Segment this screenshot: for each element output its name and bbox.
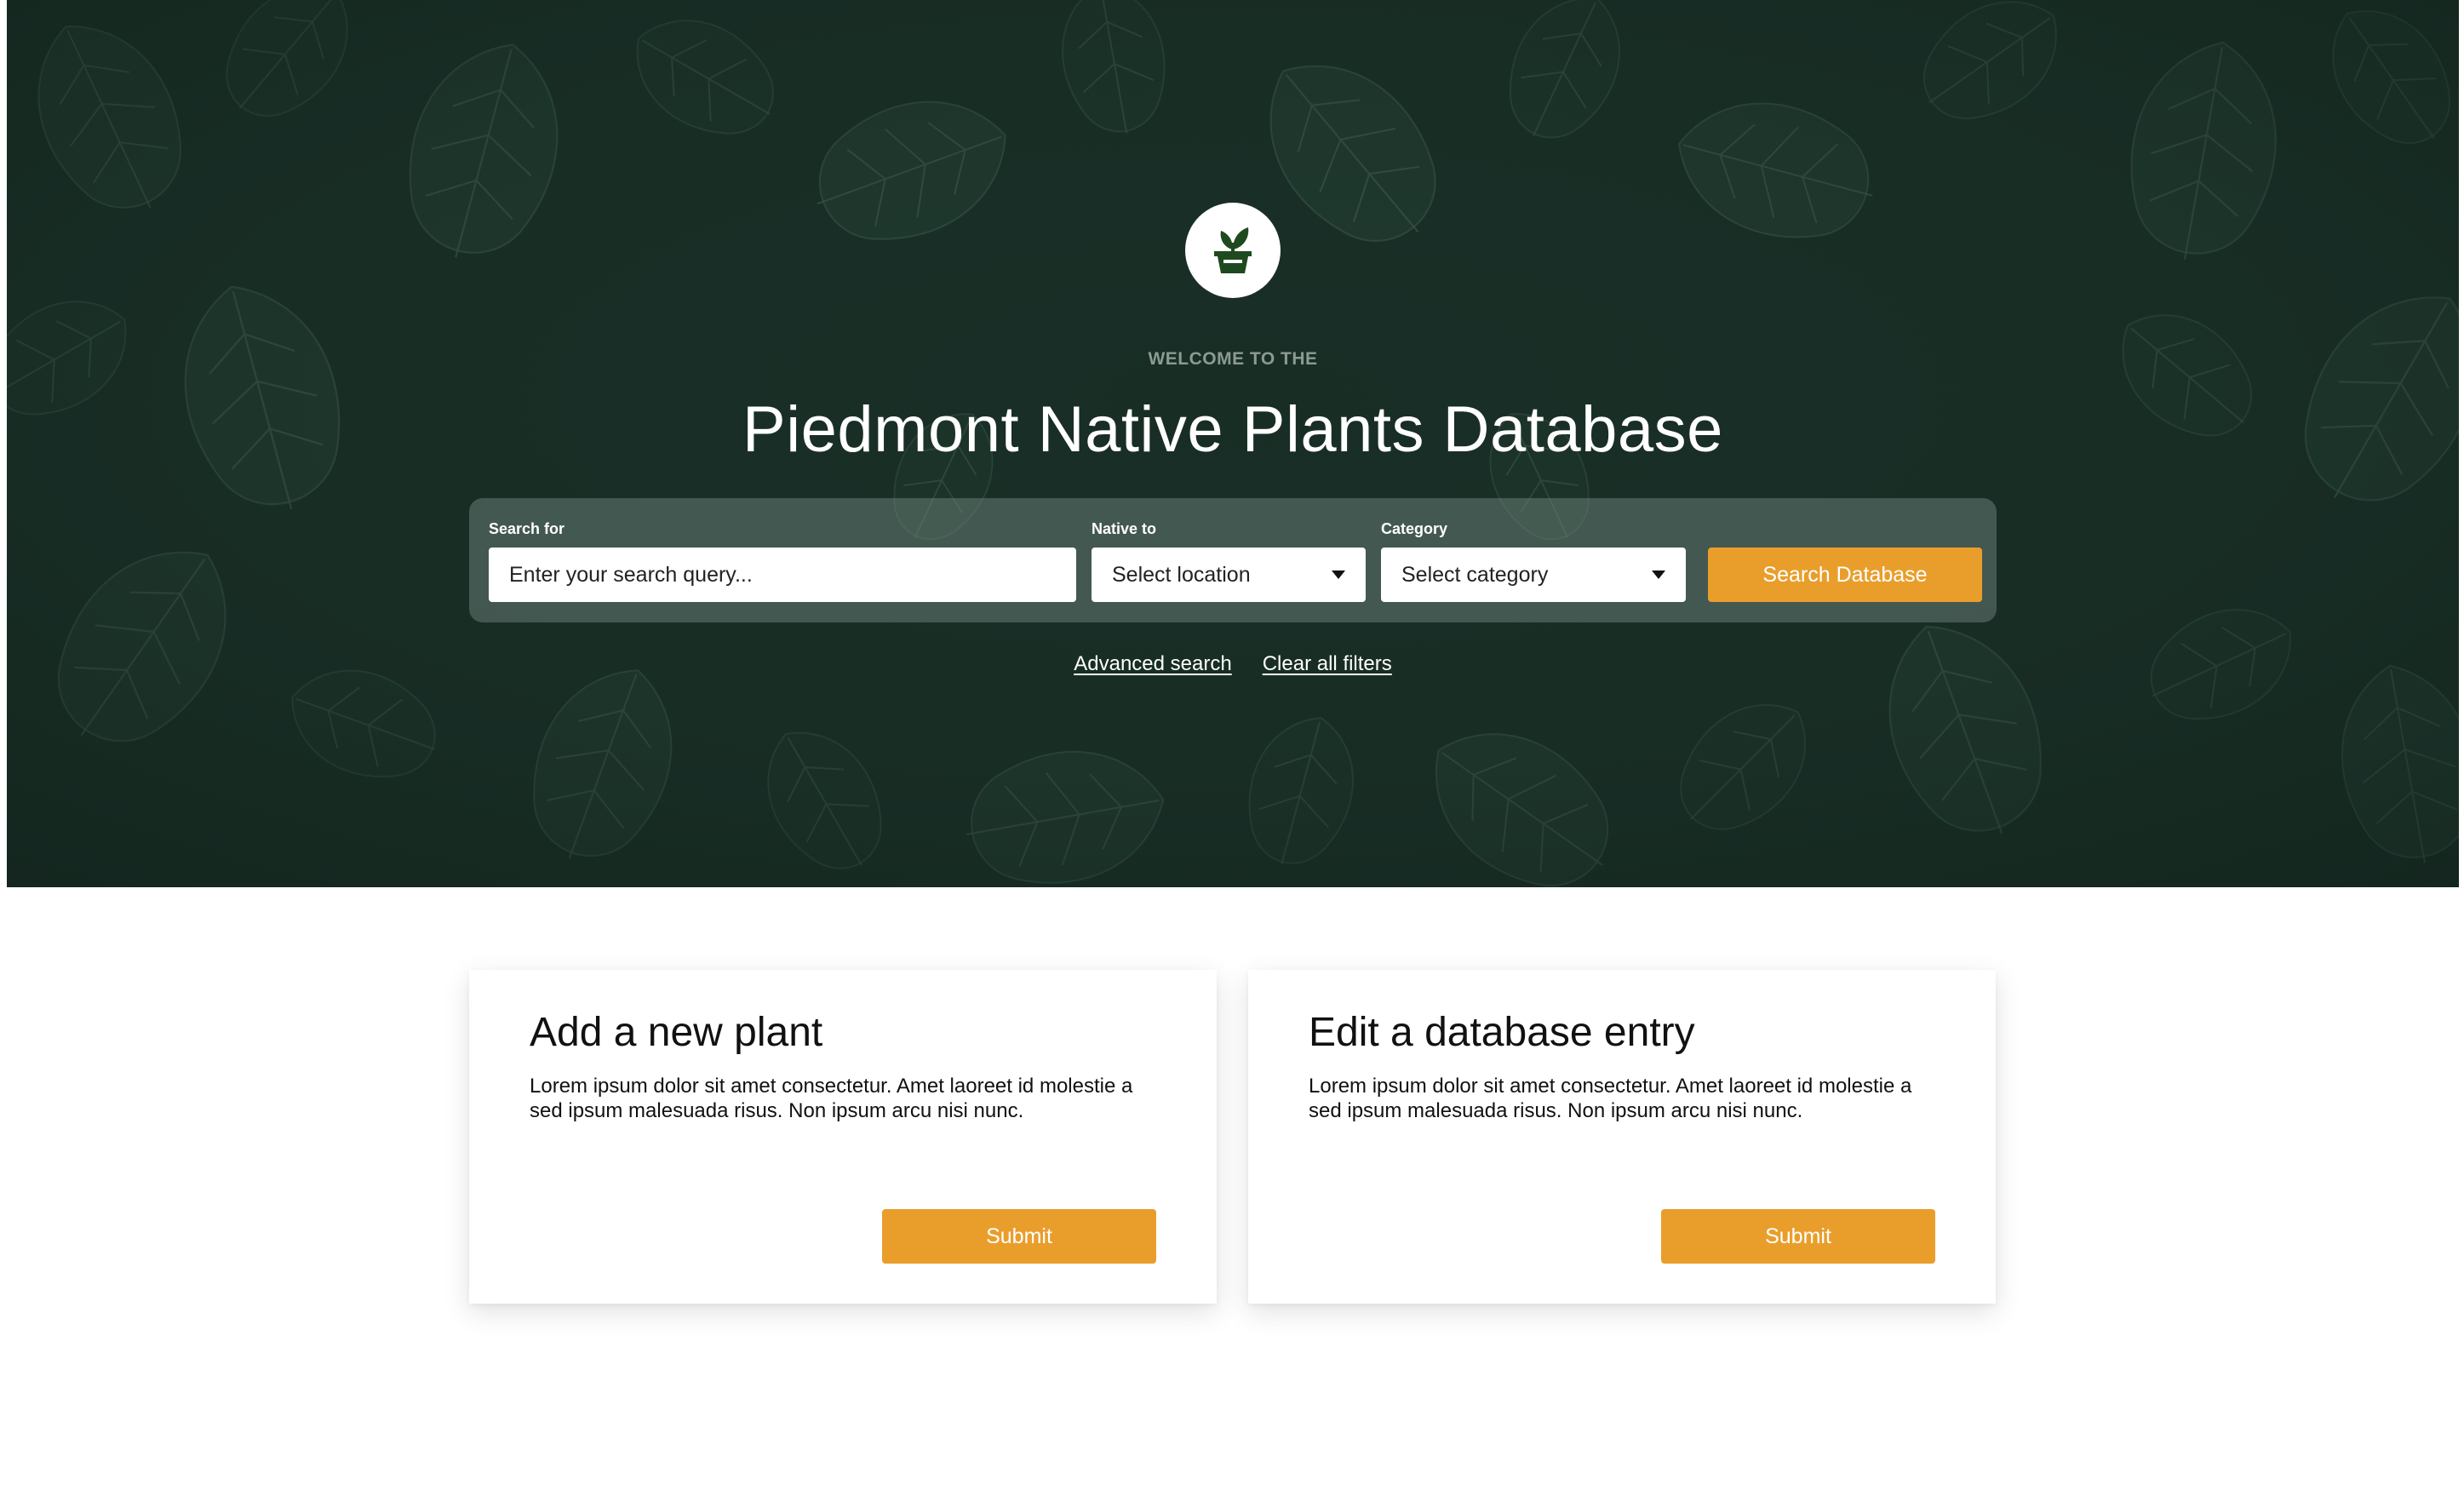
edit-entry-card: Edit a database entry Lorem ipsum dolor … bbox=[1248, 970, 1996, 1304]
hero-links: Advanced search Clear all filters bbox=[7, 652, 2459, 676]
search-input[interactable] bbox=[489, 548, 1076, 602]
caret-down-icon bbox=[1652, 570, 1665, 579]
search-for-label: Search for bbox=[489, 520, 565, 537]
category-value: Select category bbox=[1401, 562, 1549, 587]
native-location-value: Select location bbox=[1112, 562, 1251, 587]
search-panel: Search for Native to Select location Cat… bbox=[469, 498, 1997, 622]
hero-section: WELCOME TO THE Piedmont Native Plants Da… bbox=[7, 0, 2459, 887]
edit-entry-submit-button[interactable]: Submit bbox=[1661, 1209, 1935, 1264]
card-description: Lorem ipsum dolor sit amet consectetur. … bbox=[530, 1075, 1133, 1122]
add-plant-card: Add a new plant Lorem ipsum dolor sit am… bbox=[469, 970, 1217, 1304]
card-title: Edit a database entry bbox=[1309, 1010, 1695, 1055]
card-title: Add a new plant bbox=[530, 1010, 823, 1055]
clear-filters-link[interactable]: Clear all filters bbox=[1263, 652, 1392, 676]
search-database-button[interactable]: Search Database bbox=[1708, 548, 1982, 602]
native-location-select[interactable]: Select location bbox=[1092, 548, 1366, 602]
native-to-label: Native to bbox=[1092, 520, 1157, 537]
potted-plant-icon bbox=[1214, 227, 1252, 273]
page: WELCOME TO THE Piedmont Native Plants Da… bbox=[0, 0, 2464, 1485]
category-select[interactable]: Select category bbox=[1381, 548, 1686, 602]
hero-eyebrow: WELCOME TO THE bbox=[1148, 349, 1318, 369]
page-title: Piedmont Native Plants Database bbox=[742, 393, 1723, 466]
category-label: Category bbox=[1381, 520, 1448, 537]
card-description: Lorem ipsum dolor sit amet consectetur. … bbox=[1309, 1075, 1912, 1122]
add-plant-submit-button[interactable]: Submit bbox=[882, 1209, 1156, 1264]
advanced-search-link[interactable]: Advanced search bbox=[1074, 652, 1231, 676]
logo-badge bbox=[1185, 203, 1281, 298]
caret-down-icon bbox=[1332, 570, 1345, 579]
